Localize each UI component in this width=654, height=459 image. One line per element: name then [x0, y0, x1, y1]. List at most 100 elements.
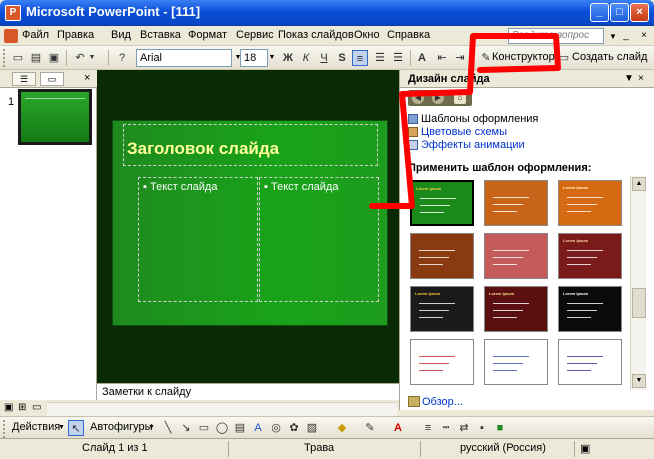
undo-dropdown-icon[interactable]: ▼ [88, 50, 96, 66]
clipart-icon[interactable]: ✿ [286, 420, 302, 436]
tab-outline[interactable]: ☰ [12, 72, 36, 86]
maximize-button[interactable]: □ [610, 3, 629, 22]
slide-text-right[interactable]: ▪ Текст слайда [259, 177, 379, 302]
chevron-down-icon[interactable]: ▼ [148, 424, 155, 431]
help-search-input[interactable]: Введите вопрос [508, 28, 604, 44]
template-thumbnail[interactable] [410, 233, 474, 279]
wordart-icon[interactable]: A [250, 420, 266, 436]
template-thumbnail[interactable] [484, 180, 548, 226]
font-color-icon[interactable]: A [390, 420, 406, 436]
underline-button[interactable]: Ч [316, 50, 332, 66]
menu-edit[interactable]: Правка [57, 29, 94, 41]
shadow-button[interactable]: S [334, 50, 350, 66]
designer-button[interactable]: Конструктор [492, 51, 555, 63]
rectangle-icon[interactable]: ▭ [196, 420, 212, 436]
slide-title-placeholder[interactable]: Заголовок слайда [123, 124, 378, 166]
bold-button[interactable]: Ж [280, 50, 296, 66]
powerpoint-icon[interactable]: P [5, 5, 21, 21]
oval-icon[interactable]: ◯ [214, 420, 230, 436]
template-thumbnail[interactable] [484, 339, 548, 385]
menu-view[interactable]: Вид [111, 29, 131, 41]
tab-slides[interactable]: ▭ [40, 72, 64, 86]
save-icon[interactable]: ▣ [46, 50, 62, 66]
line-style-icon[interactable]: ≡ [420, 420, 436, 436]
scroll-down-icon[interactable]: ▼ [632, 374, 646, 388]
chevron-down-icon[interactable]: ▼ [58, 424, 65, 431]
diagram-icon[interactable]: ◎ [268, 420, 284, 436]
line-icon[interactable]: ╲ [160, 420, 176, 436]
template-thumbnail[interactable]: Lorem Ipsum [484, 286, 548, 332]
menu-file[interactable]: Файл [22, 29, 49, 41]
minimize-button[interactable]: _ [590, 3, 609, 22]
shadow-style-icon[interactable]: ▪ [474, 420, 490, 436]
home-icon[interactable]: ⌂ [454, 92, 466, 104]
menu-format[interactable]: Формат [188, 29, 227, 41]
template-thumbnail[interactable]: Lorem Ipsum [558, 233, 622, 279]
dash-style-icon[interactable]: ┅ [438, 420, 454, 436]
menu-window[interactable]: Окно [354, 29, 380, 41]
fill-color-icon[interactable]: ◆ [334, 420, 350, 436]
close-button[interactable]: × [630, 3, 649, 22]
line-color-icon[interactable]: ✎ [362, 420, 378, 436]
normal-view-icon[interactable]: ▣ [4, 402, 13, 413]
chevron-down-icon[interactable]: ▼ [624, 73, 634, 84]
arrow-style-icon[interactable]: ⇄ [456, 420, 472, 436]
undo-icon[interactable]: ↶ [72, 50, 88, 66]
menu-help[interactable]: Справка [387, 29, 430, 41]
link-color-schemes[interactable]: Цветовые схемы [421, 126, 507, 138]
font-name-select[interactable]: Arial [136, 49, 232, 67]
menu-tools[interactable]: Сервис [236, 29, 274, 41]
link-animation-effects[interactable]: Эффекты анимации [421, 139, 525, 151]
link-design-templates[interactable]: Шаблоны оформления [421, 113, 538, 125]
align-left-button[interactable]: ≡ [352, 50, 368, 66]
increase-indent-icon[interactable]: ⇥ [452, 50, 468, 66]
template-thumbnail[interactable]: Lorem Ipsum [410, 180, 474, 226]
new-slide-icon[interactable]: ▭ [556, 50, 572, 66]
template-thumbnail[interactable] [410, 339, 474, 385]
font-size-select[interactable]: 18 [240, 49, 268, 67]
actions-menu[interactable]: Действия [12, 421, 60, 433]
doc-minimize-button[interactable]: _ [620, 30, 632, 42]
autoshapes-menu[interactable]: Автофигуры [90, 421, 153, 433]
open-folder-icon[interactable]: ▤ [28, 50, 44, 66]
decrease-indent-icon[interactable]: ⇤ [434, 50, 450, 66]
menu-insert[interactable]: Вставка [140, 29, 181, 41]
textbox-icon[interactable]: ▤ [232, 420, 248, 436]
template-thumbnail[interactable]: Lorem Ipsum [410, 286, 474, 332]
bullet-list-icon[interactable]: ☰ [390, 50, 406, 66]
chevron-down-icon[interactable]: ▼ [609, 32, 617, 41]
select-pointer-icon[interactable]: ↖ [68, 420, 84, 436]
toolbar-grip[interactable] [3, 420, 6, 438]
numbered-list-icon[interactable]: ☰ [372, 50, 388, 66]
3d-style-icon[interactable]: ■ [492, 420, 508, 436]
scroll-thumb[interactable] [632, 288, 646, 318]
template-thumbnail[interactable]: Lorem Ipsum [558, 180, 622, 226]
horizontal-scrollbar[interactable] [47, 402, 397, 416]
scroll-up-icon[interactable]: ▲ [632, 177, 646, 191]
forward-icon[interactable]: ▶ [432, 92, 444, 104]
close-icon[interactable]: × [638, 73, 644, 84]
slideshow-view-icon[interactable]: ▭ [32, 402, 41, 413]
template-scrollbar[interactable]: ▲ ▼ [630, 176, 646, 390]
template-thumbnail[interactable] [484, 233, 548, 279]
slide-text-left[interactable]: ▪ Текст слайда [138, 177, 258, 302]
notes-field[interactable]: Заметки к слайду [97, 383, 399, 400]
slide-canvas[interactable]: Заголовок слайда ▪ Текст слайда ▪ Текст … [112, 120, 388, 326]
close-icon[interactable]: × [84, 72, 90, 84]
new-slide-button[interactable]: Создать слайд [572, 51, 647, 63]
template-thumbnail[interactable]: Lorem Ipsum [558, 286, 622, 332]
toolbar-grip[interactable] [3, 49, 6, 67]
document-icon[interactable] [4, 29, 18, 43]
doc-close-button[interactable]: × [638, 30, 650, 42]
sorter-view-icon[interactable]: ⊞ [18, 402, 26, 413]
help-icon[interactable]: ? [114, 50, 130, 66]
new-doc-icon[interactable]: ▭ [10, 50, 26, 66]
slide-thumbnail[interactable] [18, 89, 92, 145]
template-thumbnail[interactable] [558, 339, 622, 385]
browse-link[interactable]: Обзор... [422, 396, 463, 408]
italic-button[interactable]: К [298, 50, 314, 66]
arrow-icon[interactable]: ↘ [178, 420, 194, 436]
menu-slideshow[interactable]: Показ слайдов [278, 29, 354, 41]
back-icon[interactable]: ◀ [412, 92, 424, 104]
picture-icon[interactable]: ▨ [304, 420, 320, 436]
